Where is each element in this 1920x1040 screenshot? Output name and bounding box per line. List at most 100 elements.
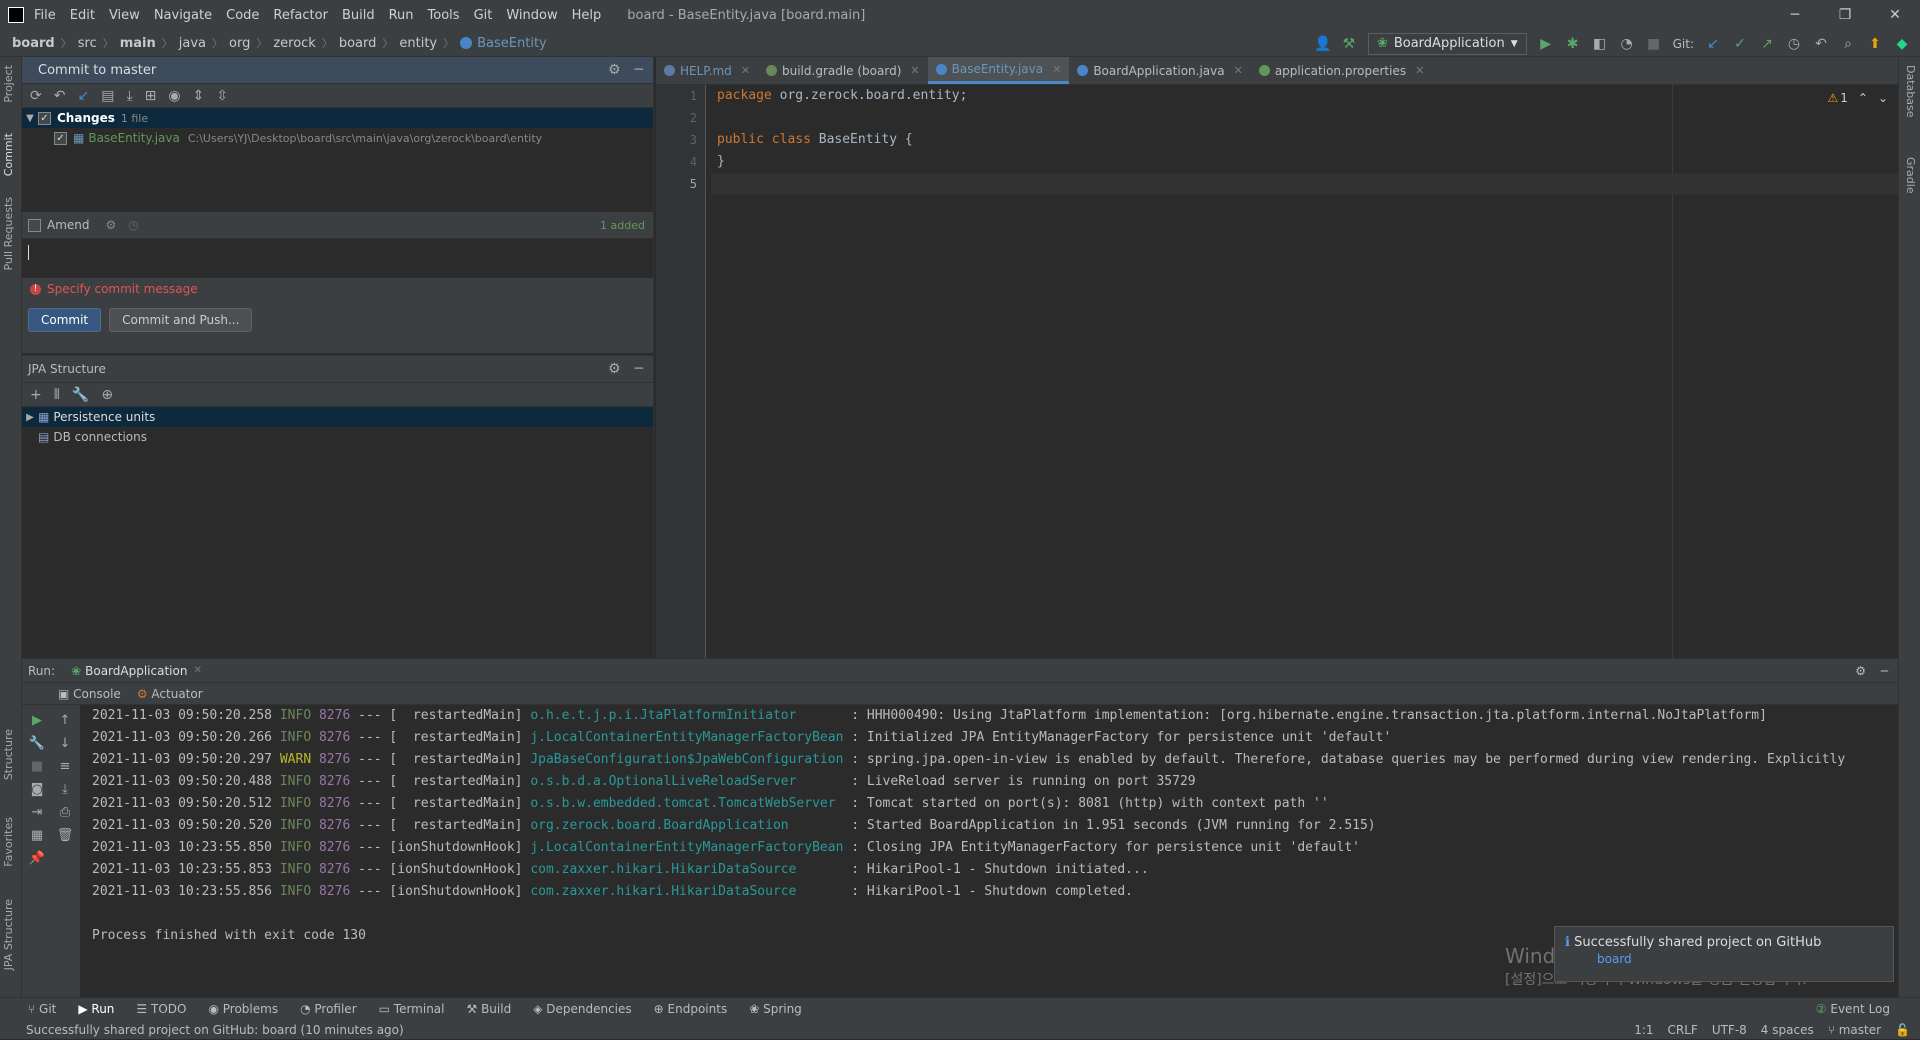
tab-boardapplication-java[interactable]: BoardApplication.java ✕ xyxy=(1069,57,1251,84)
git-commit-icon[interactable]: ✓ xyxy=(1732,36,1748,52)
bottom-tab-spring[interactable]: ❀ Spring xyxy=(749,1002,802,1016)
bottom-tab-endpoints[interactable]: ⊕ Endpoints xyxy=(654,1002,728,1016)
close-icon[interactable]: ✕ xyxy=(1870,0,1920,30)
stop-icon[interactable]: ■ xyxy=(1646,36,1662,52)
close-icon[interactable]: ✕ xyxy=(910,64,919,77)
rerun-icon[interactable]: ▶ xyxy=(32,713,42,728)
chevron-down-icon[interactable]: ▼ xyxy=(22,113,38,124)
bottom-tab-problems[interactable]: ◉ Problems xyxy=(208,1002,278,1016)
crumb-board[interactable]: board xyxy=(12,36,55,51)
tool-tab-database[interactable]: Database xyxy=(1904,65,1917,118)
chevron-right-icon[interactable]: ▶ xyxy=(22,412,38,423)
tab-application-properties[interactable]: application.properties ✕ xyxy=(1251,57,1432,84)
crumb-entity[interactable]: entity xyxy=(399,36,437,51)
git-update-icon[interactable]: ↙ xyxy=(1705,36,1721,52)
gear-icon[interactable]: ⚙ xyxy=(106,218,117,232)
menu-tools[interactable]: Tools xyxy=(428,8,460,23)
tool-tab-pull-requests[interactable]: Pull Requests xyxy=(2,197,15,270)
menu-window[interactable]: Window xyxy=(506,8,557,23)
add-icon[interactable]: + xyxy=(30,387,42,403)
commit-message-input[interactable] xyxy=(22,238,653,278)
bottom-tab-dependencies[interactable]: ◈ Dependencies xyxy=(533,1002,631,1016)
bottom-tab-terminal[interactable]: ▭ Terminal xyxy=(379,1002,445,1016)
tool-tab-jpa-structure[interactable]: JPA Structure xyxy=(2,899,15,970)
lock-icon[interactable]: 🔓 xyxy=(1895,1023,1910,1037)
tab-console[interactable]: ▣ Console xyxy=(58,687,121,701)
code-area[interactable]: 1 2 3 4 5 package org.zerock.board.entit… xyxy=(656,85,1898,658)
amend-label[interactable]: Amend xyxy=(47,218,90,232)
code-text[interactable]: package org.zerock.board.entity; public … xyxy=(711,85,1898,195)
crumb-src[interactable]: src xyxy=(78,36,97,51)
menu-run[interactable]: Run xyxy=(389,8,414,23)
arrow-up-icon[interactable]: ↑ xyxy=(60,713,71,728)
jpa-item-db-connections[interactable]: ▤ DB connections xyxy=(22,427,653,447)
menu-navigate[interactable]: Navigate xyxy=(154,8,212,23)
stop-icon[interactable]: ■ xyxy=(31,759,43,774)
update-icon[interactable]: ⬆ xyxy=(1867,36,1883,52)
status-message[interactable]: Successfully shared project on GitHub: b… xyxy=(8,1023,404,1037)
update-icon[interactable]: ↙ xyxy=(77,88,89,104)
changed-file-row[interactable]: ✓ ▦ BaseEntity.java C:\Users\YJ\Desktop\… xyxy=(22,128,653,148)
group-by-icon[interactable]: ⊞ xyxy=(145,88,157,104)
close-icon[interactable]: ✕ xyxy=(1052,63,1061,76)
collapse-all-icon[interactable]: ⇳ xyxy=(216,88,228,104)
menu-refactor[interactable]: Refactor xyxy=(273,8,328,23)
crumb-zerock[interactable]: zerock xyxy=(273,36,316,51)
expand-all-icon[interactable]: ⇕ xyxy=(193,88,205,104)
file-encoding[interactable]: UTF-8 xyxy=(1712,1023,1747,1037)
notification-popup[interactable]: ℹ Successfully shared project on GitHub … xyxy=(1554,926,1894,982)
close-icon[interactable]: ✕ xyxy=(193,665,201,676)
changes-checkbox[interactable]: ✓ xyxy=(38,111,51,125)
tab-help-md[interactable]: HELP.md ✕ xyxy=(656,57,758,84)
jetbrains-icon[interactable]: ◆ xyxy=(1894,36,1910,52)
coverage-icon[interactable]: ◧ xyxy=(1592,36,1608,52)
search-icon[interactable]: ⌕ xyxy=(1840,36,1856,52)
run-config-tab[interactable]: BoardApplication xyxy=(85,664,187,678)
tab-build-gradle[interactable]: build.gradle (board) ✕ xyxy=(758,57,928,84)
soft-wrap-icon[interactable]: ≡ xyxy=(60,759,71,774)
tab-actuator[interactable]: ⚙ Actuator xyxy=(137,687,203,701)
git-branch[interactable]: ⑂ master xyxy=(1828,1023,1881,1037)
wrench-icon[interactable]: 🔧 xyxy=(29,736,45,751)
hide-icon[interactable]: ─ xyxy=(1881,664,1888,678)
close-icon[interactable]: ✕ xyxy=(741,64,750,77)
amend-checkbox[interactable] xyxy=(28,218,41,232)
git-push-icon[interactable]: ↗ xyxy=(1759,36,1775,52)
bottom-tab-profiler[interactable]: ◔ Profiler xyxy=(300,1002,357,1016)
crumb-main[interactable]: main xyxy=(120,36,156,51)
clock-icon[interactable]: ◷ xyxy=(128,218,138,232)
gear-icon[interactable]: ⚙ xyxy=(1855,664,1866,678)
run-icon[interactable]: ▶ xyxy=(1538,36,1554,52)
exit-icon[interactable]: ⇥ xyxy=(32,805,43,820)
restore-icon[interactable]: ❐ xyxy=(1820,0,1870,30)
gear-icon[interactable]: ⚙ xyxy=(608,62,621,78)
close-icon[interactable]: ✕ xyxy=(1234,64,1243,77)
menu-code[interactable]: Code xyxy=(226,8,259,23)
bottom-tab-build[interactable]: ⚒ Build xyxy=(467,1002,512,1016)
bottom-tab-todo[interactable]: ☰ TODO xyxy=(136,1002,186,1016)
restore-layout-icon[interactable]: ▦ xyxy=(31,828,43,843)
tool-tab-project[interactable]: Project xyxy=(2,65,15,103)
gear-icon[interactable]: ⚙ xyxy=(608,361,621,377)
crumb-org[interactable]: org xyxy=(229,36,250,51)
minimize-icon[interactable]: ─ xyxy=(1770,0,1820,30)
jpa-item-persistence-units[interactable]: ▶ ▦ Persistence units xyxy=(22,407,653,427)
debug-icon[interactable]: ✱ xyxy=(1565,36,1581,52)
refresh-icon[interactable]: ⟳ xyxy=(30,88,42,104)
inspection-widget[interactable]: ⚠ 1 ⌃ ⌄ xyxy=(1827,91,1888,105)
wrench-icon[interactable]: 🔧 xyxy=(72,387,89,403)
tab-baseentity-java[interactable]: BaseEntity.java ✕ xyxy=(927,57,1070,84)
changes-group-row[interactable]: ▼ ✓ Changes 1 file xyxy=(22,108,653,128)
scroll-to-end-icon[interactable]: ⤓ xyxy=(62,782,68,797)
hide-icon[interactable]: ─ xyxy=(635,62,643,78)
chevron-down-icon[interactable]: ⌄ xyxy=(1878,91,1888,105)
profile-icon[interactable]: ◔ xyxy=(1619,36,1635,52)
menu-help[interactable]: Help xyxy=(572,8,602,23)
notification-link[interactable]: board xyxy=(1565,952,1883,966)
run-config-dropdown[interactable]: ❀ BoardApplication ▼ xyxy=(1367,32,1527,55)
caret-position[interactable]: 1:1 xyxy=(1634,1023,1653,1037)
rollback-icon[interactable]: ↶ xyxy=(54,88,66,104)
bottom-tab-run[interactable]: ▶ Run xyxy=(78,1002,114,1016)
camera-icon[interactable]: ◙ xyxy=(31,782,44,797)
menu-edit[interactable]: Edit xyxy=(70,8,95,23)
